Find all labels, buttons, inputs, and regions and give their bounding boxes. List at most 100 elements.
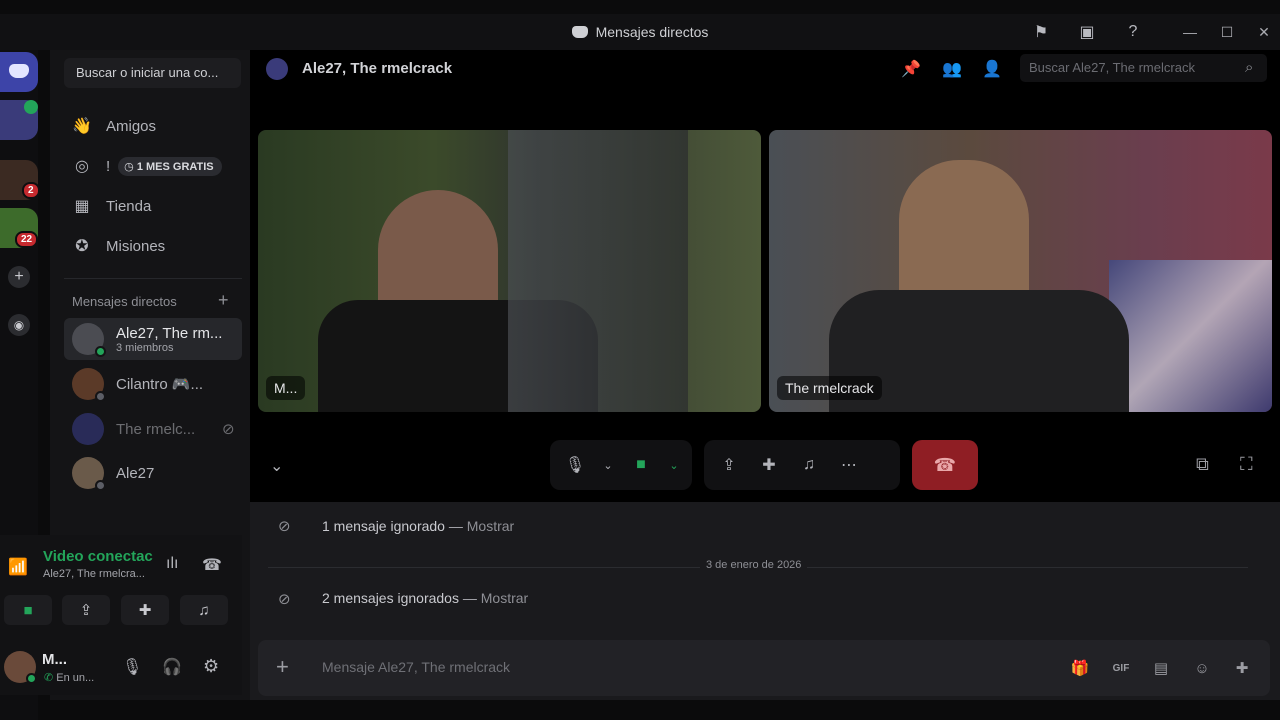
friends-icon: 👋 [72,118,92,135]
unread-badge: 22 [15,231,39,248]
show-link[interactable]: Mostrar [467,518,514,534]
discover-icon[interactable]: ◉ [8,314,30,336]
screen-share-icon[interactable]: ⇪ [716,452,742,478]
close-button[interactable]: ✕ [1246,14,1280,50]
camera-icon[interactable]: ■ [628,452,654,478]
collapse-chevron-icon[interactable]: ⌄ [270,456,283,476]
online-status-icon [95,346,106,357]
nav-item-friends[interactable]: 👋 Amigos [64,108,246,144]
phone-icon: ✆ [44,672,57,684]
curtain [508,130,688,412]
inbox-icon[interactable]: ▣ [1076,21,1098,43]
help-icon[interactable]: ? [1122,21,1144,43]
offline-status-icon [95,480,106,491]
nav-item-nitro[interactable]: ◎! ◷ 1 MES GRATIS [64,148,246,184]
noise-suppression-icon[interactable]: ılı [166,555,178,573]
soundboard-icon[interactable]: ♫ [796,452,822,478]
chevron-down-icon[interactable]: ⌄ [668,452,680,478]
add-friends-icon[interactable]: 👥 [941,58,963,80]
hang-up-button[interactable]: ☎ [912,440,978,490]
offline-status-icon [95,391,106,402]
video-tile-2[interactable]: The rmelcrack [769,130,1272,412]
search-icon: ⌕ [1245,59,1254,76]
hang-up-icon: ☎ [933,454,957,475]
dm-item-group[interactable]: Ale27, The rm... 3 miembros [64,318,242,360]
unread-badge: 2 [22,182,40,199]
search-input[interactable]: Buscar Ale27, The rmelcrack [1020,54,1267,82]
divider [64,278,242,279]
dm-name: Ale27 [116,464,155,482]
ignored-message-row: 2 mensajes ignorados — Mostrar [322,590,529,606]
members-icon[interactable]: 👤 [981,58,1003,80]
group-avatar-icon [266,58,288,80]
activity-controls: ⇪ ✚ ♫ ⋯ [704,440,900,490]
ignored-eye-icon: ⊘ [278,518,291,535]
online-status-icon [26,673,37,684]
activities-icon[interactable]: ✚ [756,452,782,478]
activities-button[interactable]: ✚ [121,595,169,625]
add-server-icon[interactable]: + [8,266,30,288]
voice-status[interactable]: Video conectac [43,548,153,565]
home-discord-button[interactable] [0,52,38,92]
ignored-eye-icon: ⊘ [278,591,291,608]
discord-logo-icon [9,64,29,78]
discord-logo-icon [571,26,588,38]
apps-icon[interactable]: ✚ [1230,656,1254,680]
promo-badge: ◷ 1 MES GRATIS [118,156,222,176]
blanket [1109,260,1272,412]
fullscreen-icon[interactable]: ⛶ [1240,454,1253,475]
camera-button[interactable]: ■ [4,595,52,625]
participant-label: The rmelcrack [777,376,882,400]
maximize-button[interactable]: ☐ [1209,14,1245,50]
avatar [72,457,106,491]
video-tile-1[interactable]: M... [258,130,761,412]
connection-signal-icon: 📶 [8,559,28,576]
settings-gear-icon[interactable]: ⚙ [203,656,219,677]
voice-channel[interactable]: Ale27, The rmelcra... [43,568,145,580]
new-dm-plus-icon[interactable]: + [218,290,229,311]
more-icon[interactable]: ⋯ [836,452,862,478]
dm-section-title: Mensajes directos [72,294,177,309]
dm-item-ale27[interactable]: Ale27 [64,452,242,494]
quests-icon: ✪ [75,238,89,255]
screen-share-button[interactable]: ⇪ [62,595,110,625]
flag-icon[interactable]: ⚑ [1030,21,1052,43]
message-input[interactable]: Mensaje Ale27, The rmelcrack [322,659,510,675]
search-button[interactable]: Buscar o iniciar una co... [64,58,241,88]
user-status: ✆ En un... [44,672,95,684]
minimize-button[interactable]: — [1172,14,1208,50]
pin-icon[interactable]: 📌 [900,58,922,80]
gift-icon[interactable]: 🎁 [1068,656,1092,680]
avatar [72,368,106,402]
chat-title: Ale27, The rmelcrack [302,60,453,77]
voice-panel: 📶 Video conectac Ale27, The rmelcra... ı… [0,535,242,643]
dm-name: Cilantro 🎮... [116,376,204,393]
shop-icon: ▦ [74,198,90,215]
ignored-eye-icon: ⊘ [222,421,235,438]
emoji-icon[interactable]: ☺ [1190,656,1214,680]
dm-item-rmelcrack[interactable]: The rmelc... ⊘ [64,408,242,450]
video-status-icon [24,100,38,114]
mic-icon[interactable]: 🎙 [562,452,588,478]
nav-item-shop[interactable]: ▦ Tienda [64,188,246,224]
popout-icon[interactable]: ⧉ [1196,454,1209,475]
avatar [72,323,106,357]
mic-icon[interactable]: 🎙 [122,657,142,677]
date-label: 3 de enero de 2026 [700,559,808,571]
show-link[interactable]: Mostrar [481,590,528,606]
disconnect-icon[interactable]: ☎ [202,555,222,575]
dm-item-cilantro[interactable]: Cilantro 🎮... [64,363,242,405]
av-controls: 🎙 ⌄ ■ ⌄ [550,440,692,490]
sticker-icon[interactable]: ▤ [1149,656,1173,680]
nav-item-quests[interactable]: ✪ Misiones [64,228,246,264]
headphones-icon[interactable]: 🎧 [162,657,182,677]
user-panel: M... ✆ En un... 🎙 🎧 ⚙ [0,643,242,695]
avatar [72,413,104,445]
soundboard-button[interactable]: ♫ [180,595,228,625]
attach-plus-icon[interactable]: + [276,654,289,680]
chevron-down-icon[interactable]: ⌄ [602,452,614,478]
dm-name: The rmelc... [116,420,196,438]
title-bar: Mensajes directos ⚑ ▣ ? — ☐ ✕ [0,14,1280,50]
dm-name: Ale27, The rm... [116,324,223,342]
gif-icon[interactable]: GIF [1109,656,1133,680]
